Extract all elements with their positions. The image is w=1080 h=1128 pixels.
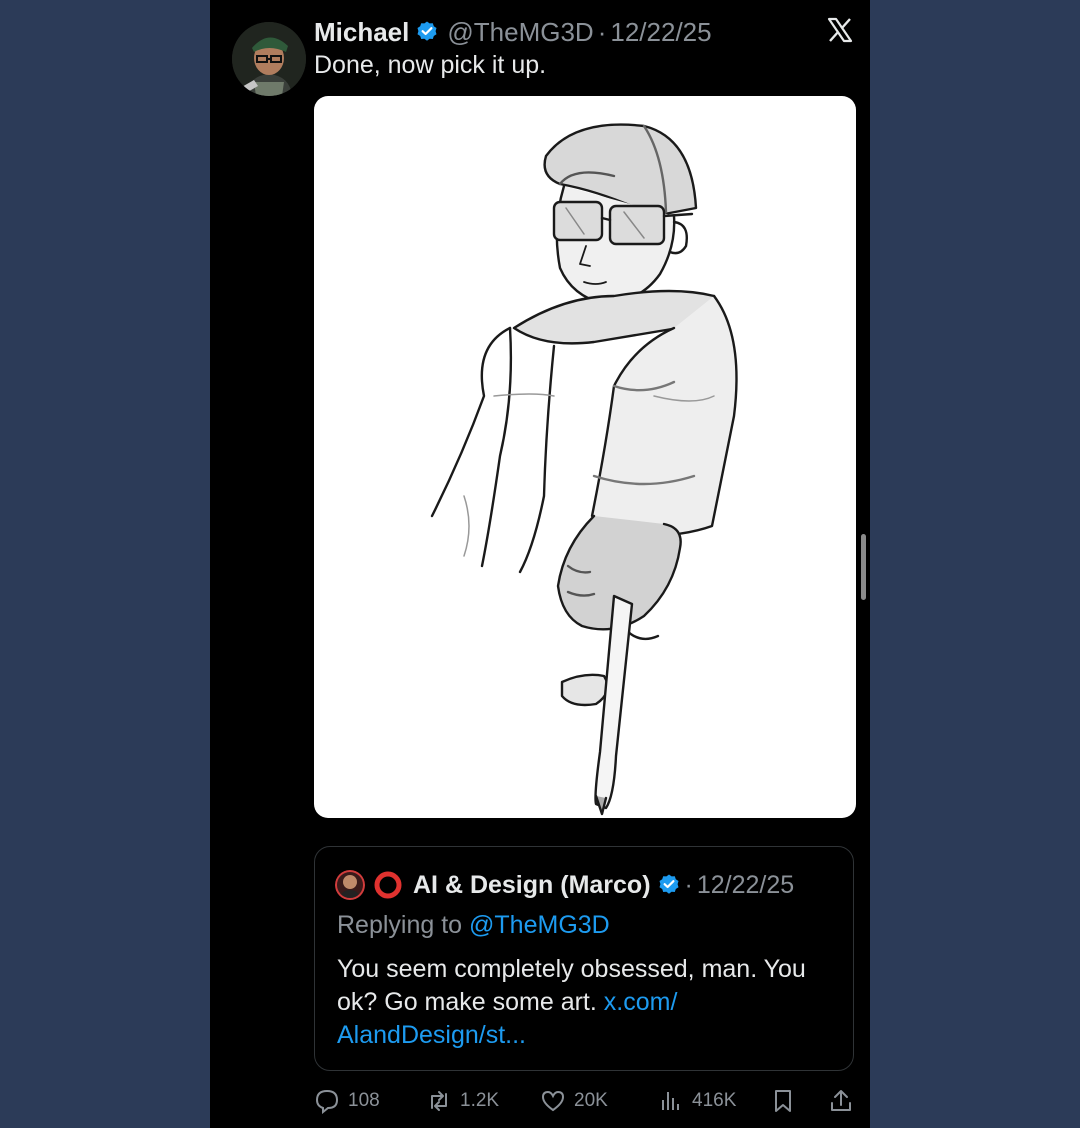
like-button[interactable]: 20K xyxy=(540,1084,608,1118)
share-icon xyxy=(831,1090,851,1111)
action-bar: 108 1.2K 20K 416K xyxy=(314,1084,860,1118)
like-count: 20K xyxy=(574,1090,608,1111)
quoted-tweet-date[interactable]: 12/22/25 xyxy=(697,871,794,900)
tweet-media-sketch[interactable] xyxy=(314,96,856,818)
author-avatar[interactable] xyxy=(232,22,306,96)
separator-dot: · xyxy=(597,16,607,47)
repost-icon xyxy=(431,1091,447,1111)
quoted-tweet-body: You seem completely obsessed, man. You o… xyxy=(337,953,837,1052)
quoted-author-avatar[interactable] xyxy=(335,870,365,900)
replying-to: Replying to @TheMG3D xyxy=(337,911,610,940)
verified-badge-icon xyxy=(417,21,437,41)
bookmark-icon xyxy=(775,1090,791,1112)
sketch-drawing xyxy=(430,123,738,816)
quoted-tweet-header: AI & Design (Marco) · 12/22/25 xyxy=(335,867,794,903)
replying-handle-link[interactable]: @TheMG3D xyxy=(469,911,610,939)
author-name[interactable]: Michael xyxy=(314,17,409,48)
reply-button[interactable]: 108 xyxy=(314,1084,380,1118)
separator-dot: · xyxy=(684,870,693,899)
bookmark-button[interactable] xyxy=(770,1084,804,1118)
tweet-date[interactable]: 12/22/25 xyxy=(610,17,711,48)
repost-count: 1.2K xyxy=(460,1090,500,1111)
red-circle-icon xyxy=(374,871,402,899)
reply-icon xyxy=(315,1089,339,1114)
heart-icon xyxy=(541,1090,565,1112)
scrollbar-thumb[interactable] xyxy=(861,534,866,600)
quoted-tweet-text: You seem completely obsessed, man. You o… xyxy=(337,955,806,1016)
link-line-1[interactable]: x.com/ xyxy=(604,988,678,1016)
verified-badge-icon xyxy=(659,874,679,894)
quoted-tweet[interactable]: AI & Design (Marco) · 12/22/25 Replying … xyxy=(314,846,854,1071)
views-button[interactable]: 416K xyxy=(658,1084,736,1118)
x-logo-icon xyxy=(827,17,853,43)
quoted-author-name[interactable]: AI & Design (Marco) xyxy=(413,871,651,900)
reply-count: 108 xyxy=(348,1090,380,1111)
tweet-text: Done, now pick it up. xyxy=(314,51,547,79)
tweet-header: Michael @TheMG3D · 12/22/25 xyxy=(314,14,712,50)
share-button[interactable] xyxy=(828,1084,862,1118)
link-line-2[interactable]: AlandDesign/st... xyxy=(337,1021,526,1049)
author-handle[interactable]: @TheMG3D xyxy=(447,17,593,48)
tweet-panel: Michael @TheMG3D · 12/22/25 Done, now pi… xyxy=(210,0,870,1128)
views-count: 416K xyxy=(692,1090,737,1111)
replying-prefix: Replying to xyxy=(337,911,463,939)
views-chart-icon xyxy=(662,1092,679,1110)
repost-button[interactable]: 1.2K xyxy=(426,1084,499,1118)
